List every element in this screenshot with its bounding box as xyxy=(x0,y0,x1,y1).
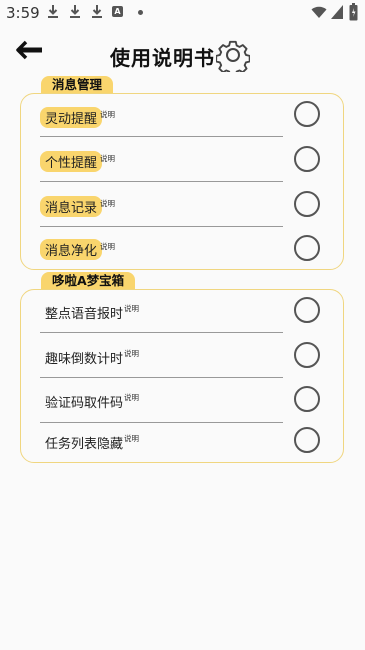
row-note[interactable]: 说明 xyxy=(100,109,115,120)
list-item: 整点语音报时 说明 xyxy=(20,289,344,334)
back-arrow-icon[interactable] xyxy=(16,40,44,60)
section-tab: 哆啦A梦宝箱 xyxy=(41,272,136,289)
row-label: 消息记录 xyxy=(40,196,103,217)
row-note[interactable]: 说明 xyxy=(100,153,115,164)
row-label: 灵动提醒 xyxy=(40,107,103,128)
row-label: 整点语音报时 xyxy=(45,307,124,322)
toggle-circle[interactable] xyxy=(294,297,320,323)
section-tab: 消息管理 xyxy=(41,76,114,93)
row-note[interactable]: 说明 xyxy=(124,392,139,403)
status-bar: 3:59 A xyxy=(0,0,365,26)
toggle-circle[interactable] xyxy=(294,427,320,453)
toggle-circle[interactable] xyxy=(294,342,320,368)
toggle-circle[interactable] xyxy=(294,101,320,127)
row-label: 消息净化 xyxy=(40,239,103,260)
row-note[interactable]: 说明 xyxy=(124,433,139,444)
row-note[interactable]: 说明 xyxy=(100,241,115,252)
more-notifications-dot-icon xyxy=(138,10,143,15)
row-note[interactable]: 说明 xyxy=(124,303,139,314)
download-icon xyxy=(70,5,80,18)
battery-icon xyxy=(349,3,358,21)
list-item: 灵动提醒 说明 xyxy=(20,93,344,138)
toggle-circle[interactable] xyxy=(294,191,320,217)
row-label: 验证码取件码 xyxy=(45,396,124,411)
divider xyxy=(40,332,283,333)
row-label: 任务列表隐藏 xyxy=(45,437,124,452)
gear-icon[interactable] xyxy=(216,38,250,72)
toggle-circle[interactable] xyxy=(294,386,320,412)
row-label: 个性提醒 xyxy=(40,151,103,172)
toggle-circle[interactable] xyxy=(294,146,320,172)
page-title: 使用说明书 xyxy=(110,46,215,70)
divider xyxy=(40,377,283,378)
toggle-circle[interactable] xyxy=(294,235,320,261)
row-note[interactable]: 说明 xyxy=(100,198,115,209)
app-notification-icon: A xyxy=(112,6,123,17)
list-item: 消息净化 说明 xyxy=(20,228,344,273)
divider xyxy=(40,136,283,137)
list-item: 验证码取件码 说明 xyxy=(20,379,344,424)
list-item: 消息记录 说明 xyxy=(20,183,344,228)
row-label: 趣味倒数计时 xyxy=(45,352,124,367)
list-item: 任务列表隐藏 说明 xyxy=(20,423,344,468)
divider xyxy=(40,226,283,227)
row-note[interactable]: 说明 xyxy=(124,348,139,359)
status-time: 3:59 xyxy=(6,4,40,22)
divider xyxy=(40,181,283,182)
download-icon xyxy=(92,5,102,18)
list-item: 个性提醒 说明 xyxy=(20,138,344,183)
signal-icon xyxy=(331,5,343,19)
list-item: 趣味倒数计时 说明 xyxy=(20,334,344,379)
download-icon xyxy=(48,5,58,18)
wifi-icon xyxy=(311,6,327,18)
